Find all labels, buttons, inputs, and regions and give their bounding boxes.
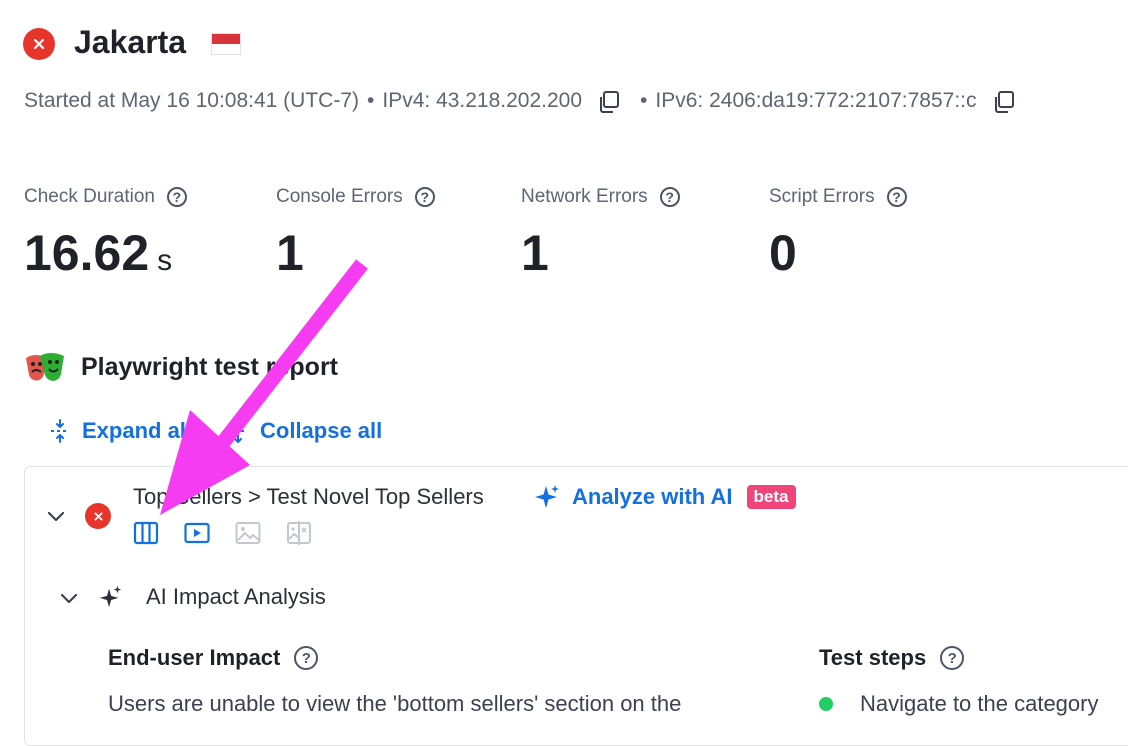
expand-all-label[interactable]: Expand all bbox=[82, 418, 192, 444]
analyze-with-ai-label[interactable]: Analyze with AI bbox=[572, 484, 733, 510]
stat-value-row: 1 bbox=[521, 228, 680, 278]
stat-value: 0 bbox=[769, 225, 797, 281]
expand-all-button[interactable]: Expand all bbox=[48, 418, 192, 444]
failed-status-icon bbox=[85, 503, 111, 529]
stat-label-text: Network Errors bbox=[521, 186, 648, 207]
video-icon[interactable] bbox=[184, 520, 210, 551]
playwright-logo-icon bbox=[24, 350, 66, 386]
meta-separator: • bbox=[640, 89, 648, 112]
stat-script-errors: Script Errors ? 0 bbox=[769, 186, 907, 278]
stat-value-row: 1 bbox=[276, 228, 435, 278]
help-icon[interactable]: ? bbox=[940, 646, 965, 670]
stat-label-text: Check Duration bbox=[24, 186, 155, 207]
screenshot-icon[interactable] bbox=[235, 520, 261, 551]
ai-impact-analysis-title[interactable]: AI Impact Analysis bbox=[146, 584, 326, 610]
step-status-dot bbox=[819, 697, 833, 711]
stat-value-row: 16.62 s bbox=[24, 228, 187, 278]
ipv4-address: IPv4: 43.218.202.200 bbox=[382, 89, 583, 112]
help-icon[interactable]: ? bbox=[166, 187, 187, 207]
sparkle-icon bbox=[97, 584, 123, 615]
stat-label: Network Errors ? bbox=[521, 186, 680, 208]
test-title[interactable]: Top Sellers > Test Novel Top Sellers bbox=[133, 484, 484, 510]
stat-label-text: Console Errors bbox=[276, 186, 403, 207]
sparkle-icon bbox=[535, 485, 559, 508]
test-steps-title: Test steps bbox=[819, 645, 927, 670]
failed-status-icon bbox=[23, 28, 55, 60]
test-step-label: Navigate to the category bbox=[860, 691, 1099, 716]
help-icon[interactable]: ? bbox=[659, 187, 680, 207]
stat-label: Script Errors ? bbox=[769, 186, 907, 208]
copy-icon[interactable] bbox=[596, 89, 620, 113]
stat-value: 16.62 bbox=[24, 225, 150, 281]
stat-value: 1 bbox=[276, 225, 304, 281]
end-user-impact-text: Users are unable to view the 'bottom sel… bbox=[108, 691, 682, 716]
stat-label: Console Errors ? bbox=[276, 186, 435, 208]
collapse-all-label[interactable]: Collapse all bbox=[260, 418, 382, 444]
collapse-icon bbox=[229, 418, 247, 444]
trace-icon[interactable] bbox=[133, 520, 159, 551]
ipv6-address: IPv6: 2406:da19:772:2107:7857::c bbox=[655, 89, 977, 112]
stat-console-errors: Console Errors ? 1 bbox=[276, 186, 435, 278]
test-steps-heading: Test steps ? bbox=[819, 645, 965, 671]
help-icon[interactable]: ? bbox=[294, 646, 319, 670]
end-user-impact-heading: End-user Impact ? bbox=[108, 645, 319, 671]
help-icon[interactable]: ? bbox=[414, 187, 435, 207]
chevron-down-icon[interactable] bbox=[44, 504, 68, 533]
meta-separator: • bbox=[367, 89, 375, 112]
beta-badge: beta bbox=[746, 485, 796, 509]
run-meta: Started at May 16 10:08:41 (UTC-7) • IPv… bbox=[24, 89, 1015, 113]
stat-value-row: 0 bbox=[769, 228, 907, 278]
stat-label-text: Script Errors bbox=[769, 186, 875, 207]
started-at: Started at May 16 10:08:41 (UTC-7) bbox=[24, 89, 359, 112]
report-title: Playwright test report bbox=[81, 353, 338, 381]
stat-value: 1 bbox=[521, 225, 549, 281]
analyze-with-ai-button[interactable]: Analyze with AI beta bbox=[532, 483, 796, 511]
copy-icon[interactable] bbox=[991, 89, 1015, 113]
stat-check-duration: Check Duration ? 16.62 s bbox=[24, 186, 187, 278]
location-title: Jakarta bbox=[74, 24, 187, 60]
indonesia-flag-icon bbox=[211, 33, 241, 55]
expand-icon bbox=[51, 419, 69, 443]
image-compare-icon[interactable] bbox=[286, 520, 312, 551]
stat-network-errors: Network Errors ? 1 bbox=[521, 186, 680, 278]
test-step-item[interactable]: Navigate to the category bbox=[819, 688, 1098, 720]
end-user-impact-title: End-user Impact bbox=[108, 645, 281, 670]
help-icon[interactable]: ? bbox=[886, 187, 907, 207]
collapse-all-button[interactable]: Collapse all bbox=[226, 418, 382, 444]
stat-label: Check Duration ? bbox=[24, 186, 187, 208]
stat-unit: s bbox=[157, 244, 173, 277]
chevron-down-icon[interactable] bbox=[57, 586, 81, 615]
